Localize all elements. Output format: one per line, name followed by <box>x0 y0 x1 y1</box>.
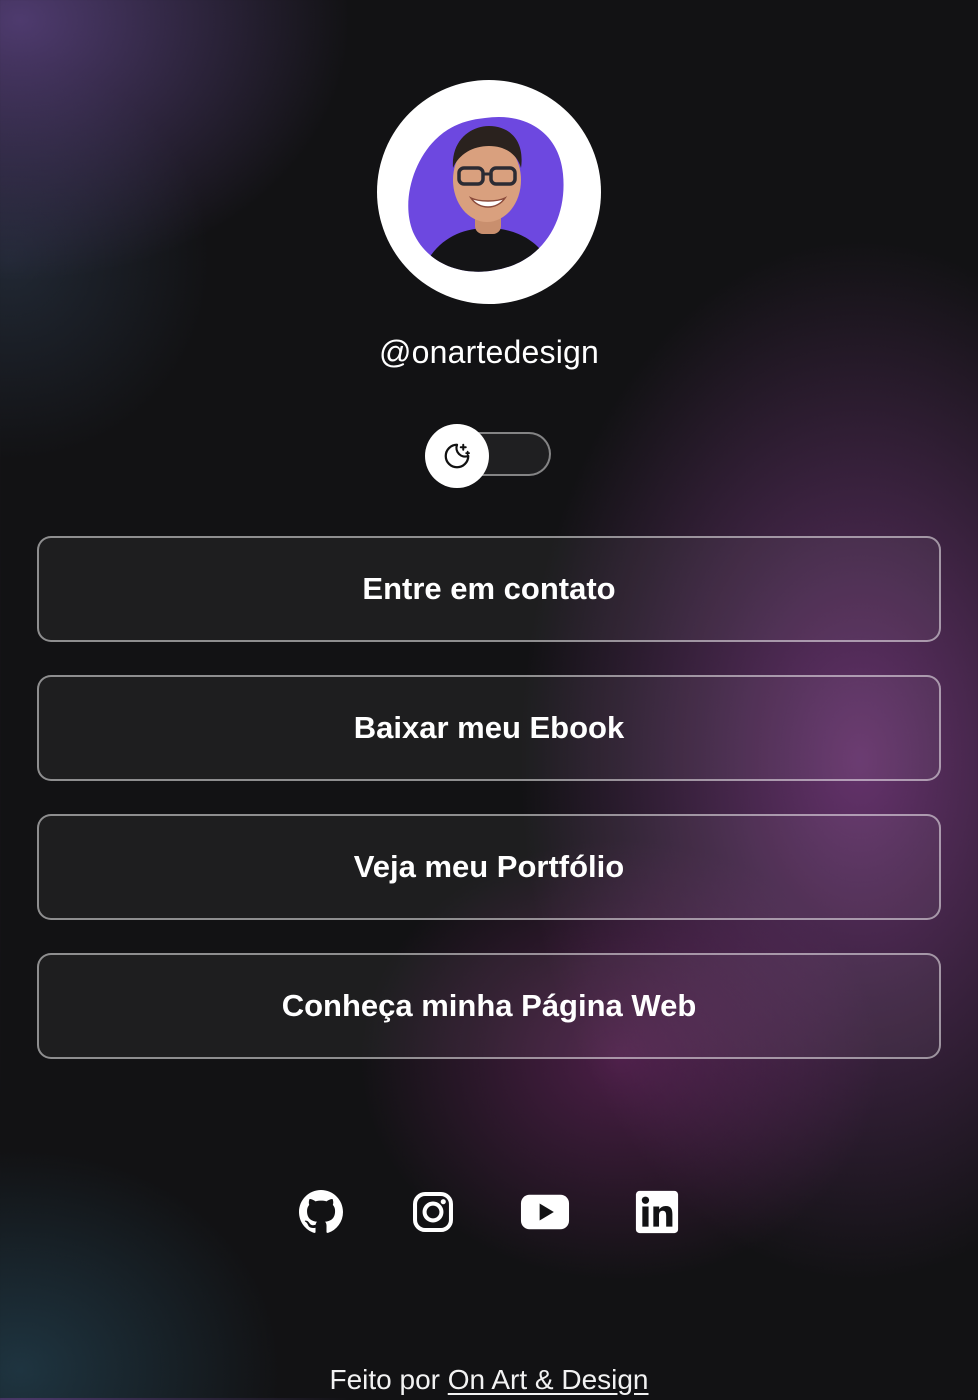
linkedin-link[interactable] <box>631 1186 683 1238</box>
instagram-icon <box>413 1192 453 1232</box>
portfolio-button[interactable]: Veja meu Portfólio <box>37 814 941 920</box>
youtube-icon <box>520 1194 570 1230</box>
linkedin-icon <box>635 1190 679 1234</box>
website-button[interactable]: Conheça minha Página Web <box>37 953 941 1059</box>
footer: Feito por On Art & Design <box>0 1360 978 1400</box>
contact-button[interactable]: Entre em contato <box>37 536 941 642</box>
youtube-link[interactable] <box>519 1186 571 1238</box>
profile-photo <box>408 116 564 272</box>
github-link[interactable] <box>295 1186 347 1238</box>
avatar <box>377 80 601 304</box>
theme-toggle[interactable] <box>425 424 553 488</box>
download-ebook-button[interactable]: Baixar meu Ebook <box>37 675 941 781</box>
username: @onartedesign <box>378 334 600 370</box>
github-icon <box>299 1190 343 1233</box>
toggle-knob[interactable] <box>425 424 489 488</box>
moon-stars-icon <box>444 443 470 469</box>
footer-prefix: Feito por <box>329 1364 448 1395</box>
footer-credit-link[interactable]: On Art & Design <box>448 1364 649 1395</box>
instagram-link[interactable] <box>407 1186 459 1238</box>
